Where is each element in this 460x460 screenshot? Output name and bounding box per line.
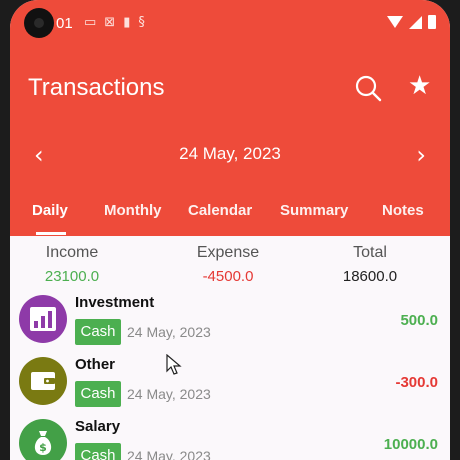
transaction-name: Other <box>75 356 116 373</box>
category-avatar <box>19 295 67 343</box>
tab-daily[interactable]: Daily <box>32 202 68 219</box>
svg-text:$: $ <box>39 441 47 454</box>
active-tab-indicator <box>36 232 66 235</box>
tab-summary[interactable]: Summary <box>280 202 348 219</box>
transaction-amount: 500.0 <box>400 312 438 329</box>
phone-frame: 01 ▭ ⊠ ▮ § Transactions ★ ‹ 24 May, 2023… <box>0 0 460 460</box>
tab-calendar[interactable]: Calendar <box>188 202 252 219</box>
transaction-date: 24 May, 2023 <box>127 386 211 402</box>
account-badge: Cash <box>75 443 121 460</box>
money-bag-icon: $ <box>34 431 52 455</box>
camera-cutout <box>24 8 54 38</box>
search-icon[interactable] <box>354 74 382 102</box>
bar-chart-icon <box>30 307 56 331</box>
total-value: 18600.0 <box>342 268 398 285</box>
page-title: Transactions <box>28 74 165 101</box>
account-badge: Cash <box>75 381 121 407</box>
transaction-name: Salary <box>75 418 121 435</box>
status-bar: 01 ▭ ⊠ ▮ § <box>10 0 450 46</box>
sd-card-icon: ▮ <box>123 15 131 30</box>
transaction-date: 24 May, 2023 <box>127 448 211 460</box>
star-icon[interactable]: ★ <box>408 72 431 100</box>
wifi-icon <box>387 16 403 28</box>
tab-monthly[interactable]: Monthly <box>104 202 162 219</box>
signal-icon <box>409 15 422 29</box>
tab-notes[interactable]: Notes <box>382 202 424 219</box>
transaction-amount: -300.0 <box>395 374 438 391</box>
date-navigator: ‹ 24 May, 2023 › <box>10 138 450 172</box>
expense-summary: Expense -4500.0 <box>158 244 298 285</box>
app-screen: 01 ▭ ⊠ ▮ § Transactions ★ ‹ 24 May, 2023… <box>10 0 450 460</box>
income-label: Income <box>45 244 99 261</box>
current-date[interactable]: 24 May, 2023 <box>10 144 450 164</box>
account-badge: Cash <box>75 319 121 345</box>
category-avatar: $ <box>19 419 67 460</box>
transaction-row[interactable]: $ Salary Cash 24 May, 2023 10000.0 <box>10 414 450 460</box>
income-summary: Income 23100.0 <box>10 244 142 285</box>
notification-icon: § <box>138 15 145 30</box>
transaction-row[interactable]: Investment Cash 24 May, 2023 500.0 <box>10 290 450 352</box>
mouse-cursor-icon <box>166 354 182 375</box>
notification-icon: ▭ <box>84 15 97 30</box>
transaction-name: Investment <box>75 294 155 311</box>
battery-icon <box>428 15 436 29</box>
tab-bar: Daily Monthly Calendar Summary Notes <box>10 198 450 236</box>
status-time: 01 <box>56 15 73 32</box>
notification-icons: ▭ ⊠ ▮ § <box>84 15 145 30</box>
notification-icon: ⊠ <box>104 15 116 30</box>
expense-label: Expense <box>196 244 260 261</box>
total-summary: Total 18600.0 <box>300 244 440 285</box>
transaction-amount: 10000.0 <box>383 436 438 453</box>
system-status-icons <box>387 15 436 29</box>
app-bar: 01 ▭ ⊠ ▮ § Transactions ★ ‹ 24 May, 2023… <box>10 0 450 236</box>
summary-bar: Income 23100.0 Expense -4500.0 Total 186… <box>10 236 450 296</box>
income-value: 23100.0 <box>44 268 100 285</box>
expense-value: -4500.0 <box>202 268 254 285</box>
chevron-right-icon[interactable]: › <box>416 138 426 172</box>
transaction-row[interactable]: Other Cash 24 May, 2023 -300.0 <box>10 352 450 414</box>
total-label: Total <box>353 244 387 261</box>
wallet-icon <box>31 372 55 390</box>
category-avatar <box>19 357 67 405</box>
transaction-date: 24 May, 2023 <box>127 324 211 340</box>
